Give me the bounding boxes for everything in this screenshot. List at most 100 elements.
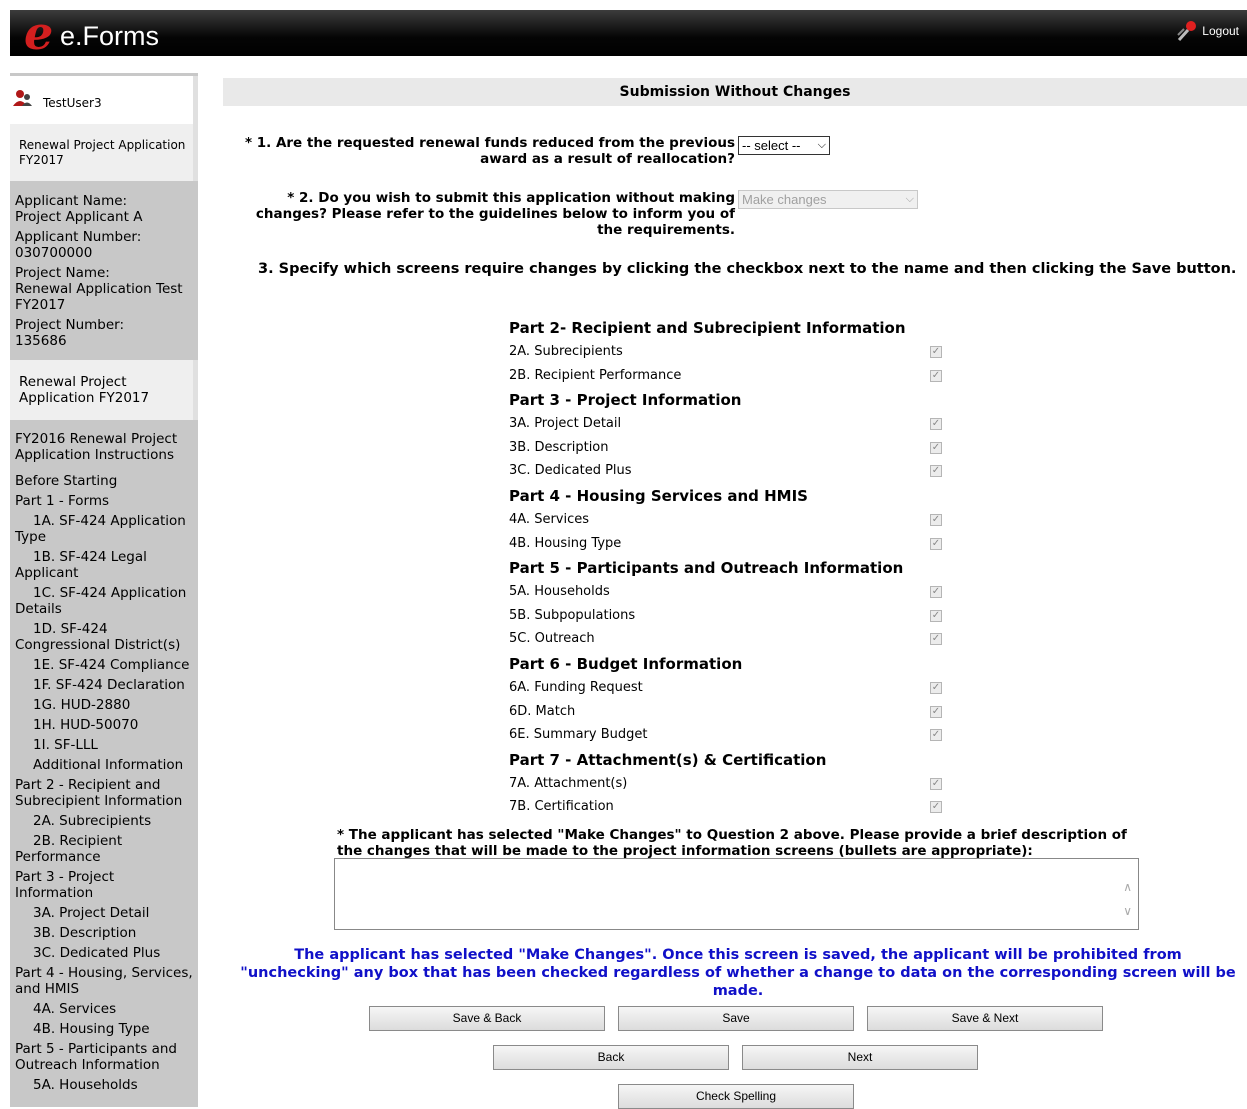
screen-label: 3B. Description (509, 439, 609, 455)
chevron-down-icon: ⌵ (905, 193, 914, 205)
sidebar-nav-item[interactable]: 1C. SF-424 Application Details (15, 585, 195, 617)
screen-label: 6A. Funding Request (509, 680, 643, 695)
logout-button[interactable]: Logout (1176, 20, 1239, 42)
applicant-name-block: Applicant Name: Project Applicant A (15, 193, 195, 225)
screen-checkbox[interactable]: ✓ (930, 586, 942, 599)
app-header: e e.Forms Logout (10, 10, 1247, 56)
project-name-block: Project Name: Renewal Application Test FY… (15, 265, 195, 313)
screen-label: 7A. Attachment(s) (509, 775, 628, 791)
question-1-select[interactable]: -- select -- ⌵ (738, 136, 830, 155)
screen-checkbox[interactable]: ✓ (930, 514, 942, 526)
screen-label: 2A. Subrecipients (509, 344, 623, 359)
sidebar-nav-item[interactable]: 4B. Housing Type (15, 1021, 195, 1037)
next-button[interactable]: Next (742, 1045, 978, 1070)
project-number-block: Project Number: 135686 (15, 317, 195, 349)
question-1-label: * 1. Are the requested renewal funds red… (244, 135, 735, 167)
username: TestUser3 (43, 96, 102, 110)
screen-label: 4A. Services (509, 512, 590, 527)
part-heading: Part 5 - Participants and Outreach Infor… (509, 559, 904, 578)
sidebar-nav-item[interactable]: FY2016 Renewal Project Application Instr… (15, 431, 195, 463)
part-heading: Part 3 - Project Information (509, 391, 742, 410)
tab-label: Renewal Project Application FY2017 (19, 138, 186, 167)
screen-label: 6D. Match (509, 703, 576, 719)
sidebar-nav-item[interactable]: 3C. Dedicated Plus (15, 945, 195, 961)
screen-label: 6E. Summary Budget (509, 727, 648, 743)
screen-label: 3A. Project Detail (509, 416, 622, 432)
page-title-bar: Submission Without Changes (223, 78, 1247, 106)
screen-checkbox[interactable]: ✓ (930, 729, 942, 742)
screen-checkbox[interactable]: ✓ (930, 441, 942, 454)
sidebar-nav-item[interactable]: Additional Information (15, 757, 195, 773)
sidebar-nav-item[interactable]: 1H. HUD-50070 (15, 717, 195, 733)
question-3-label: 3. Specify which screens require changes… (258, 261, 1237, 277)
sidebar-nav-item[interactable]: 5A. Households (15, 1077, 195, 1093)
sidebar-nav-item[interactable]: Part 2 - Recipient and Subrecipient Info… (15, 777, 195, 809)
sidebar-nav-item[interactable]: 1E. SF-424 Compliance (15, 657, 195, 673)
screen-checkbox[interactable]: ✓ (930, 682, 942, 694)
applicant-number-block: Applicant Number: 030700000 (15, 229, 195, 261)
screen-label: 5B. Subpopulations (509, 607, 636, 623)
tab-renewal-project-application[interactable]: Renewal Project Application FY2017 (10, 360, 198, 420)
sidebar-nav-item[interactable]: Part 1 - Forms (15, 493, 195, 509)
project-name: Renewal Application Test FY2017 (15, 281, 183, 313)
logout-label: Logout (1202, 24, 1239, 38)
sidebar-nav: FY2016 Renewal Project Application Instr… (15, 431, 195, 1097)
screen-checkbox[interactable]: ✓ (930, 801, 942, 814)
sidebar-nav-item[interactable]: 1A. SF-424 Application Type (15, 513, 195, 545)
applicant-name-label: Applicant Name: (15, 193, 128, 209)
changes-prompt: * The applicant has selected "Make Chang… (337, 827, 1127, 859)
screen-checkbox[interactable]: ✓ (930, 346, 942, 358)
applicant-info: Applicant Name: Project Applicant A Appli… (15, 193, 195, 353)
save-and-back-button[interactable]: Save & Back (369, 1006, 605, 1031)
back-button[interactable]: Back (493, 1045, 729, 1070)
sidebar-nav-item[interactable]: 2B. Recipient Performance (15, 833, 195, 865)
sidebar-nav-item[interactable]: 3B. Description (15, 925, 195, 941)
project-number-label: Project Number: (15, 317, 125, 333)
question-2-label: * 2. Do you wish to submit this applicat… (255, 190, 735, 238)
screen-checkbox[interactable]: ✓ (930, 633, 942, 646)
save-and-next-button[interactable]: Save & Next (867, 1006, 1103, 1031)
applicant-name: Project Applicant A (15, 209, 143, 225)
make-changes-warning: The applicant has selected "Make Changes… (240, 947, 1236, 999)
chevron-down-icon: ⌵ (817, 139, 826, 151)
sidebar-nav-item[interactable]: Part 4 - Housing, Services, and HMIS (15, 965, 195, 997)
question-1-value: -- select -- (742, 138, 801, 153)
logo-letter: e (24, 6, 54, 60)
sidebar-nav-item[interactable]: 2A. Subrecipients (15, 813, 195, 829)
screen-checkbox[interactable]: ✓ (930, 705, 942, 718)
question-2-select[interactable]: Make changes ⌵ (738, 190, 918, 209)
question-2-value: Make changes (742, 192, 827, 207)
part-heading: Part 4 - Housing Services and HMIS (509, 487, 808, 505)
scrollbar[interactable]: ∧ ∨ (1123, 875, 1132, 923)
check-spelling-button[interactable]: Check Spelling (618, 1084, 854, 1109)
app-name: e.Forms (60, 21, 160, 51)
screen-checkbox[interactable]: ✓ (930, 609, 942, 622)
sidebar-nav-item[interactable]: 3A. Project Detail (15, 905, 195, 921)
screen-checkbox[interactable]: ✓ (930, 418, 942, 431)
sidebar-nav-item[interactable]: 1I. SF-LLL (15, 737, 195, 753)
sidebar-nav-item[interactable]: 1B. SF-424 Legal Applicant (15, 549, 195, 581)
sidebar-nav-item[interactable]: 1F. SF-424 Declaration (15, 677, 195, 693)
project-name-label: Project Name: (15, 265, 110, 281)
screen-checkbox[interactable]: ✓ (930, 537, 942, 550)
screen-label: 2B. Recipient Performance (509, 367, 682, 383)
sidebar-nav-item[interactable]: 1G. HUD-2880 (15, 697, 195, 713)
user-box: TestUser3 (10, 76, 198, 124)
part-heading: Part 6 - Budget Information (509, 655, 743, 673)
changes-description-textarea[interactable]: ∧ ∨ (334, 858, 1139, 930)
applicant-number-label: Applicant Number: (15, 229, 142, 245)
screen-checkbox[interactable]: ✓ (930, 369, 942, 382)
screen-checkbox[interactable]: ✓ (930, 465, 942, 478)
screen-checkbox[interactable]: ✓ (930, 777, 942, 790)
sidebar-nav-item[interactable]: 1D. SF-424 Congressional District(s) (15, 621, 195, 653)
save-button[interactable]: Save (618, 1006, 854, 1031)
tab-renewal-application[interactable]: Renewal Project Application FY2017 (10, 124, 198, 181)
applicant-number: 030700000 (15, 245, 93, 261)
screen-label: 5C. Outreach (509, 631, 595, 647)
screen-label: 5A. Households (509, 584, 610, 600)
sidebar-nav-item[interactable]: 4A. Services (15, 1001, 195, 1017)
sidebar-nav-item[interactable]: Before Starting (15, 473, 195, 489)
sidebar-nav-item[interactable]: Part 3 - Project Information (15, 869, 195, 901)
sidebar-nav-item (15, 467, 195, 469)
sidebar-nav-item[interactable]: Part 5 - Participants and Outreach Infor… (15, 1041, 195, 1073)
